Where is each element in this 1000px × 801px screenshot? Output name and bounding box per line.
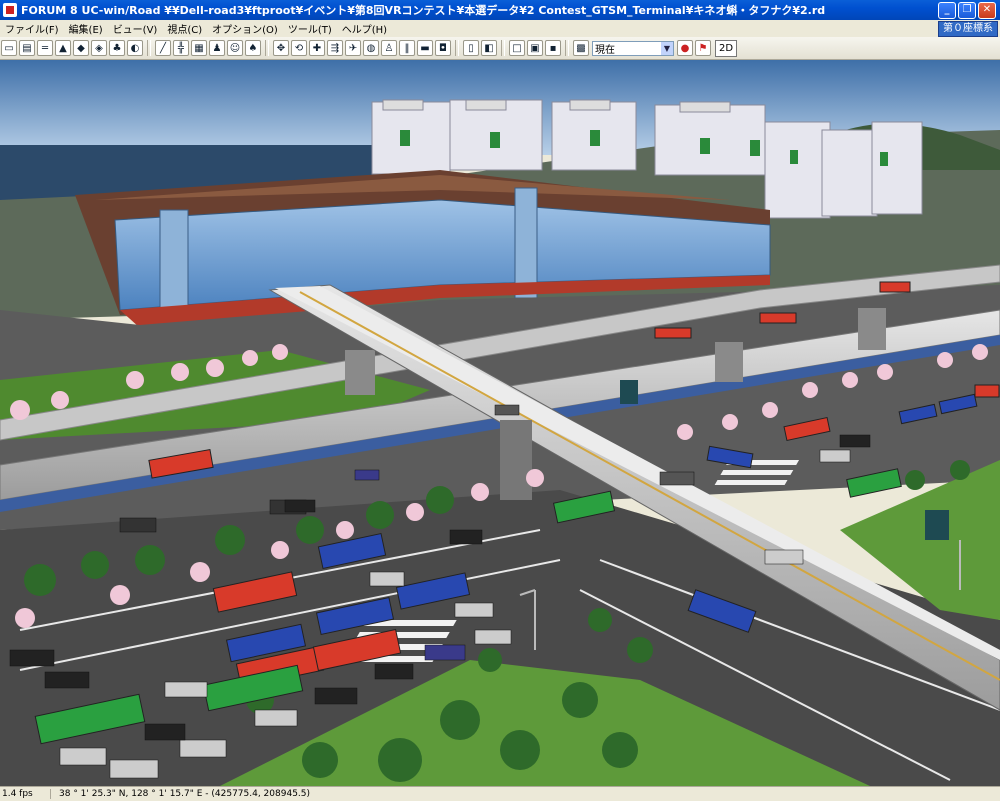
road-icon[interactable]: ═ [37,40,53,56]
menu-bar: ファイル(F) 編集(E) ビュー(V) 視点(C) オプション(O) ツール(… [0,20,1000,38]
draw-road-icon[interactable]: ╱ [155,40,171,56]
chevron-down-icon[interactable]: ▼ [661,41,673,55]
app-icon[interactable] [3,3,17,17]
walk-mode-icon[interactable]: ♙ [381,40,397,56]
tree-icon[interactable]: ♣ [109,40,125,56]
rotate-icon[interactable]: ⟲ [291,40,307,56]
toolbar-separator [147,40,151,56]
toolbar-separator [501,40,505,56]
menu-edit[interactable]: 編集(E) [64,21,108,36]
view-mode-select[interactable]: 現在 ▼ [592,40,674,56]
person-icon[interactable]: ♟ [209,40,225,56]
menu-file[interactable]: ファイル(F) [0,21,64,36]
signboard [620,380,638,404]
minimize-button[interactable]: _ [938,1,956,19]
mask-icon[interactable]: ◐ [127,40,143,56]
title-bar: FORUM 8 UC-win/Road ¥¥Dell-road3¥ftproot… [0,0,1000,20]
vehicle-icon[interactable]: ◘ [435,40,451,56]
menu-tools[interactable]: ツール(T) [283,21,337,36]
move-icon[interactable]: ✚ [309,40,325,56]
screen-icon[interactable]: ▩ [573,40,589,56]
intersection-icon[interactable]: ╬ [173,40,189,56]
view-mode-value: 現在 [595,44,615,56]
signboard [925,510,949,540]
open-book-icon[interactable]: ◧ [481,40,497,56]
toolbar: ▭ ▤ ═ ▲ ◆ ◈ ♣ ◐ ╱ ╬ ▦ ♟ ☺ ♠ ✥ ⟲ ✚ ⇶ ✈ ◍ … [0,37,1000,60]
menu-options[interactable]: オプション(O) [207,21,283,36]
status-bar: 1.4 fps 38 ° 1' 25.3" N, 128 ° 1' 15.7" … [0,786,1000,801]
object-icon[interactable]: ◆ [73,40,89,56]
coordinate-system-button[interactable]: 第０座標系 [938,21,998,37]
new-file-icon[interactable]: ▭ [1,40,17,56]
open-folder-icon[interactable]: ▤ [19,40,35,56]
open-doc-icon[interactable]: ▣ [527,40,543,56]
navigate-icon[interactable]: ✥ [273,40,289,56]
pause-icon[interactable]: ‖ [399,40,415,56]
toolbar-separator [565,40,569,56]
fps-readout: 1.4 fps [0,789,51,799]
coordinate-readout: 38 ° 1' 25.3" N, 128 ° 1' 15.7" E - (425… [59,789,311,799]
save-icon[interactable]: ▪ [545,40,561,56]
globe-icon[interactable]: ◍ [363,40,379,56]
window-title: FORUM 8 UC-win/Road ¥¥Dell-road3¥ftproot… [21,4,826,17]
menu-view[interactable]: ビュー(V) [108,21,163,36]
view-2d-button[interactable]: 2D [715,39,738,57]
flag-icon[interactable]: ⚑ [695,40,711,56]
menu-viewpoint[interactable]: 視点(C) [162,21,207,36]
drive-icon[interactable]: ⇶ [327,40,343,56]
3d-viewport[interactable] [0,60,1000,786]
close-button[interactable]: ✕ [978,1,996,19]
car-icon[interactable]: ▬ [417,40,433,56]
restore-button[interactable]: ❐ [958,1,976,19]
new-doc-icon[interactable]: □ [509,40,525,56]
menu-help[interactable]: ヘルプ(H) [337,21,392,36]
book-icon[interactable]: ▯ [463,40,479,56]
toolbar-separator [455,40,459,56]
texture-icon[interactable]: ▦ [191,40,207,56]
plant-icon[interactable]: ♠ [245,40,261,56]
toolbar-separator [265,40,269,56]
terrain-icon[interactable]: ▲ [55,40,71,56]
model-icon[interactable]: ◈ [91,40,107,56]
walk-icon[interactable]: ☺ [227,40,243,56]
fly-icon[interactable]: ✈ [345,40,361,56]
record-icon[interactable]: ● [677,40,693,56]
